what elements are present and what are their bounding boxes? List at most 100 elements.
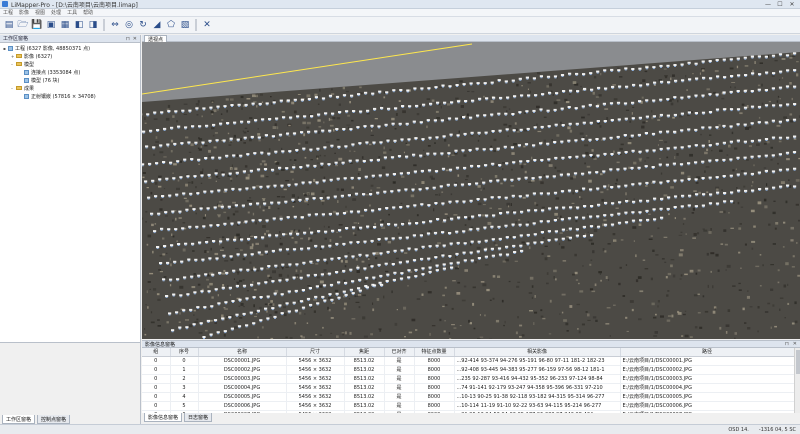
export-icon[interactable]: ▧ [179,19,191,31]
camera-marker [377,238,381,240]
column-header[interactable]: 序号 [170,348,199,357]
menu-item-4[interactable]: 工具 [67,9,77,16]
table-cell: 8513.02 [344,401,385,411]
3d-viewport[interactable] [142,42,800,339]
camera-marker [449,262,453,265]
camera-marker-accent [371,126,373,128]
layers-alt-icon[interactable]: ◨ [87,19,99,31]
tree-node[interactable]: – 成果 [11,84,34,92]
close-icon[interactable]: ✕ [201,19,213,31]
tree-node[interactable]: 正射镶嵌 (57816 × 34708) [19,92,96,100]
panel-close-icon[interactable]: ✕ [133,36,137,42]
scrollbar-thumb[interactable] [796,350,800,374]
refresh-icon[interactable]: ↻ [137,19,149,31]
terrain-texture [556,170,561,173]
camera-marker [385,91,389,94]
open-folder-icon[interactable]: 🗁 [17,19,29,31]
camera-marker-accent [520,251,523,253]
camera-marker-accent [645,167,648,169]
close-window-button[interactable]: ✕ [786,1,798,8]
column-header[interactable]: 相关影像 [454,348,621,357]
table-row[interactable]: 0 1 DSC00002.JPG 5456 × 3632 8513.02 是 8000...… [142,365,795,375]
file-icon [8,45,13,51]
table-cell: E:/云南项目/1/DSC00001.JPG [620,356,795,366]
camera-marker [435,264,439,267]
column-header[interactable]: 焦距 [344,348,385,357]
camera-marker-accent [408,107,411,109]
pin-icon[interactable]: ⊓ [126,36,130,42]
new-file-icon[interactable]: ▤ [3,19,15,31]
save-icon[interactable]: 💾 [31,19,43,31]
camera-marker [209,106,213,109]
minimize-button[interactable]: — [762,1,774,8]
align-icon[interactable]: ⇔ [109,19,121,31]
menu-item-1[interactable]: 影像 [19,9,29,16]
tree-node[interactable]: + 影像 (6327) [11,52,52,60]
camera-marker [441,167,446,170]
camera-marker-accent [730,193,733,195]
camera-marker [639,84,643,87]
table-row[interactable]: 0 4 DSC00005.JPG 5456 × 3632 8513.02 是 8000...… [142,392,795,402]
model-icon[interactable]: ⬠ [165,19,177,31]
camera-marker-accent [534,211,537,213]
column-header[interactable]: 特征点数量 [414,348,455,357]
camera-marker [729,108,734,111]
tab-control-points[interactable]: 控制点窗格 [37,415,71,424]
tree-node[interactable]: ▪ 工程 (6327 影像, 48850371 点) [3,44,90,52]
camera-marker [525,223,529,226]
camera-marker [730,191,734,194]
column-header[interactable]: 名称 [198,348,287,357]
camera-marker [379,274,383,277]
camera-marker [200,174,204,177]
menu-item-0[interactable]: 工程 [3,9,13,16]
camera-marker-accent [666,132,669,134]
tree-node[interactable]: 连接点 (3353084 点) [19,68,80,76]
camera-marker [512,129,516,132]
menu-item-5[interactable]: 帮助 [83,9,93,16]
tree-node[interactable]: 模型 (76 块) [19,76,59,84]
table-row[interactable]: 0 2 DSC00003.JPG 5456 × 3632 8513.02 是 8000...… [142,374,795,384]
camera-marker [287,183,291,186]
terrain-texture [369,227,373,230]
terrain-texture [531,156,533,160]
tree-node[interactable]: – 模型 [11,60,34,68]
terrain-texture [588,179,592,183]
table-row[interactable]: 0 0 DSC00001.JPG 5456 × 3632 8513.02 是 8000...… [142,356,795,366]
tab-log[interactable]: 日志窗格 [184,413,213,422]
camera-marker [680,205,684,208]
table-row[interactable]: 0 3 DSC00004.JPG 5456 × 3632 8513.02 是 8000...… [142,383,795,393]
image-add-icon[interactable]: ▦ [59,19,71,31]
terrain-texture [257,133,261,136]
camera-marker [525,76,529,79]
tab-image-info[interactable]: 影像信息窗格 [144,413,183,422]
tab-workspace[interactable]: 工作区窗格 [2,415,36,424]
scene-render[interactable] [142,42,800,339]
terrain-texture [398,100,401,102]
column-header[interactable]: 尺寸 [286,348,345,357]
terrain-texture [383,96,386,99]
table-scrollbar[interactable] [794,348,800,414]
menu-item-3[interactable]: 处理 [51,9,61,16]
table-row[interactable]: 0 5 DSC00006.JPG 5456 × 3632 8513.02 是 8000...… [142,401,795,411]
camera-marker-accent [150,214,153,216]
column-header[interactable]: 路径 [620,348,795,357]
column-header[interactable]: 组 [142,348,171,357]
column-header[interactable]: 已对齐 [384,348,415,357]
terrain-texture [298,311,302,315]
terrain-texture [238,305,241,307]
tilt-icon[interactable]: ◢ [151,19,163,31]
camera-marker [596,215,600,218]
layers-icon[interactable]: ◧ [73,19,85,31]
camera-marker-accent [152,148,155,150]
maximize-button[interactable]: ☐ [774,1,786,8]
panel-close-icon[interactable]: ✕ [793,341,797,347]
app-logo-icon [2,1,8,7]
rotate-icon[interactable]: ◎ [123,19,135,31]
menu-item-2[interactable]: 视图 [35,9,45,16]
terrain-texture [291,101,295,105]
pin-icon[interactable]: ⊓ [785,341,789,347]
image-icon[interactable]: ▣ [45,19,57,31]
tab-perspective-view[interactable]: 透视点 [144,35,168,43]
terrain-texture [247,211,250,214]
camera-marker [386,139,390,142]
